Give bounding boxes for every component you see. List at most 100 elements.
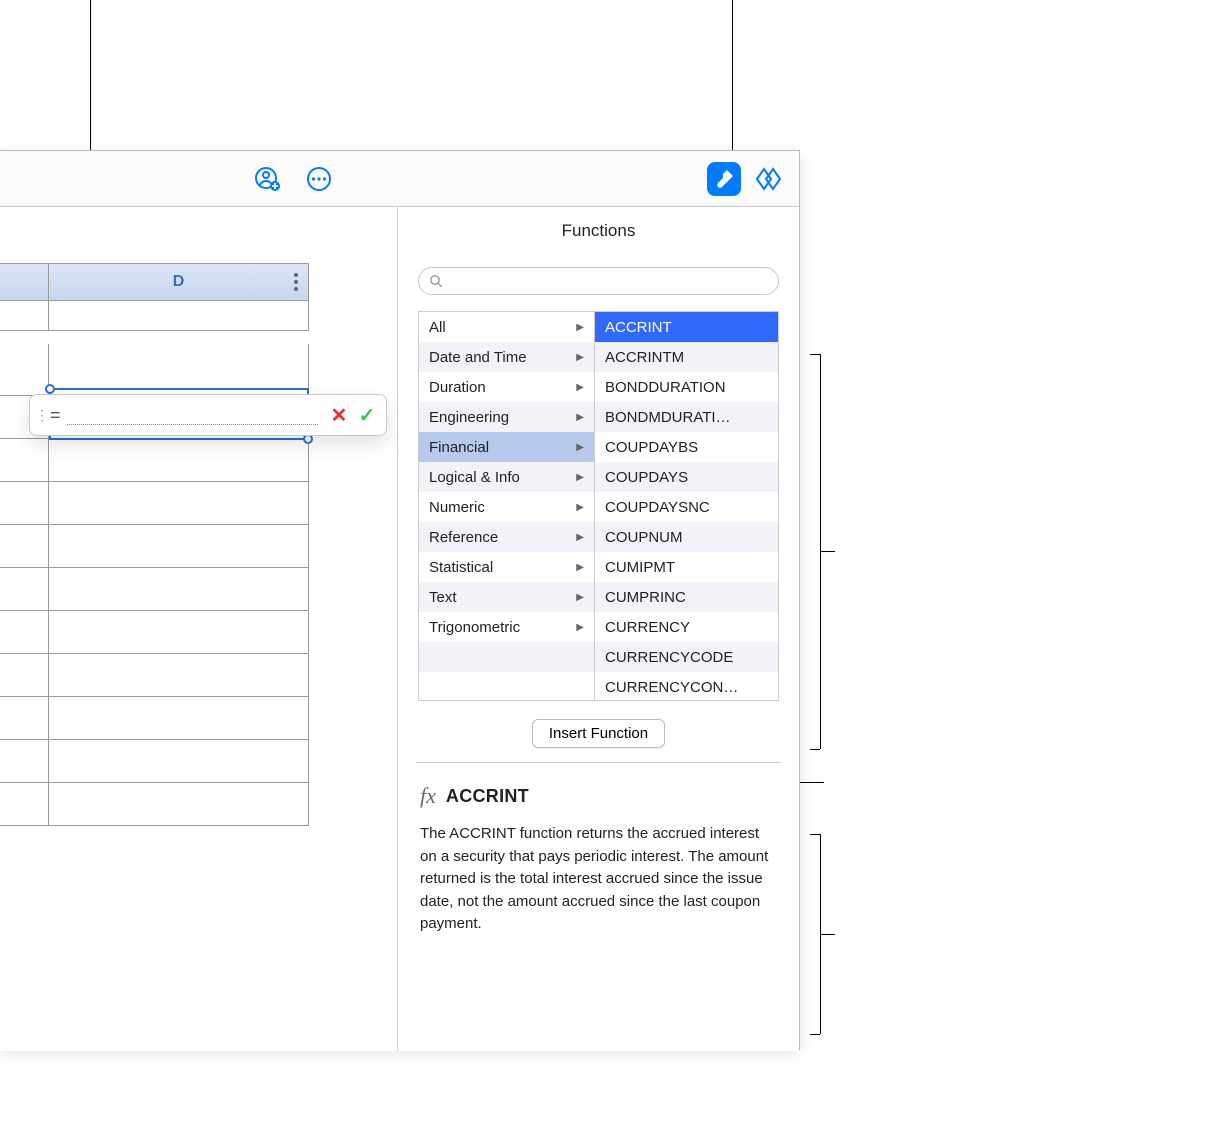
callout-bracket [810,1034,820,1035]
category-item[interactable]: Logical & Info ▶ [419,462,594,492]
cell[interactable] [0,568,49,611]
functions-panel: Functions All ▶ Date and Time ▶ Duration ▶ Eng… [397,207,799,1051]
category-label: Numeric [429,499,485,516]
function-item[interactable]: COUPNUM [595,522,778,552]
cell[interactable] [49,654,309,697]
collaborate-icon[interactable] [250,162,284,196]
category-label: Text [429,589,457,606]
function-label: CURRENCYCON… [605,679,738,696]
cancel-icon[interactable]: ✕ [328,404,350,426]
chevron-right-icon: ▶ [576,352,584,363]
function-item[interactable]: COUPDAYSNC [595,492,778,522]
cell[interactable] [0,654,49,697]
category-item[interactable]: Trigonometric▶ [419,612,594,642]
chevron-right-icon: ▶ [576,472,584,483]
function-item[interactable]: ACCRINTM [595,342,778,372]
format-paintbrush-icon[interactable] [707,162,741,196]
cell[interactable] [49,439,309,482]
cell[interactable] [49,697,309,740]
category-item-empty [419,642,594,672]
function-name: ACCRINT [446,786,529,807]
category-item[interactable]: Numeric ▶ [419,492,594,522]
function-label: BONDMDURATI… [605,409,731,426]
search-field[interactable] [418,267,779,295]
function-item[interactable]: COUPDAYBS [595,432,778,462]
cell[interactable] [49,525,309,568]
cell[interactable] [0,783,49,826]
function-description: The ACCRINT function returns the accrued… [420,823,777,936]
cell[interactable] [0,525,49,568]
equals-label: = [50,405,61,426]
function-label: COUPDAYBS [605,439,698,456]
search-input[interactable] [449,273,768,289]
category-label: Statistical [429,559,493,576]
cell[interactable] [49,482,309,525]
cell[interactable] [0,611,49,654]
cell[interactable] [0,344,49,396]
column-menu-icon[interactable] [290,268,302,296]
function-item[interactable]: CURRENCY [595,612,778,642]
category-label: Trigonometric [429,619,520,636]
cell[interactable] [0,740,49,783]
cell[interactable] [0,697,49,740]
function-item[interactable]: BONDMDURATI… [595,402,778,432]
category-label: Duration [429,379,486,396]
cell[interactable] [49,568,309,611]
more-icon[interactable] [302,162,336,196]
panel-title: Functions [398,207,799,253]
callout-bracket [810,354,820,355]
category-label: Reference [429,529,498,546]
column-header[interactable] [0,263,49,301]
category-item-empty [419,672,594,700]
cell[interactable] [0,439,49,482]
category-item[interactable]: Engineering▶ [419,402,594,432]
category-item[interactable]: Financial ▶ [419,432,594,462]
search-icon [429,274,443,288]
function-item[interactable]: CURRENCYCODE [595,642,778,672]
category-item[interactable]: Date and Time ▶ [419,342,594,372]
chevron-right-icon: ▶ [576,592,584,603]
category-label: Engineering [429,409,509,426]
accept-icon[interactable]: ✓ [356,404,378,426]
cell[interactable] [0,301,49,331]
callout-line [732,0,733,150]
cell[interactable] [49,611,309,654]
chevron-right-icon: ▶ [576,382,584,393]
chevron-right-icon: ▶ [576,442,584,453]
function-item[interactable]: BONDDURATION [595,372,778,402]
function-item[interactable]: COUPDAYS [595,462,778,492]
fx-icon: fx [420,783,436,809]
function-item[interactable]: CUMIPMT [595,552,778,582]
function-item[interactable]: ACCRINT [595,312,778,342]
chevron-right-icon: ▶ [576,502,584,513]
function-item[interactable]: CURRENCYCON… [595,672,778,700]
cell[interactable] [49,344,309,396]
cell[interactable] [0,482,49,525]
cell[interactable] [49,301,309,331]
cell[interactable] [49,740,309,783]
function-label: COUPNUM [605,529,683,546]
chevron-right-icon: ▶ [576,322,584,333]
function-label: ACCRINT [605,319,672,336]
spreadsheet-area: D ⋮ = ✕ [0,207,397,1051]
cell[interactable] [49,783,309,826]
function-label: BONDDURATION [605,379,726,396]
category-label: All [429,319,446,336]
formula-input[interactable] [67,405,318,425]
column-header-d[interactable]: D [49,263,309,301]
category-item[interactable]: Statistical▶ [419,552,594,582]
category-label: Financial [429,439,489,456]
formula-editor: ⋮ = ✕ ✓ [29,394,387,436]
drag-handle-icon[interactable]: ⋮ [38,407,46,424]
function-label: CURRENCY [605,619,690,636]
category-item[interactable]: All ▶ [419,312,594,342]
insert-function-button[interactable]: Insert Function [532,719,665,748]
category-label: Logical & Info [429,469,520,486]
category-label: Date and Time [429,349,527,366]
column-label: D [173,273,185,291]
function-item[interactable]: CUMPRINC [595,582,778,612]
organize-icon[interactable] [753,162,787,196]
category-item[interactable]: Text ▶ [419,582,594,612]
category-item[interactable]: Duration ▶ [419,372,594,402]
category-item[interactable]: Reference▶ [419,522,594,552]
